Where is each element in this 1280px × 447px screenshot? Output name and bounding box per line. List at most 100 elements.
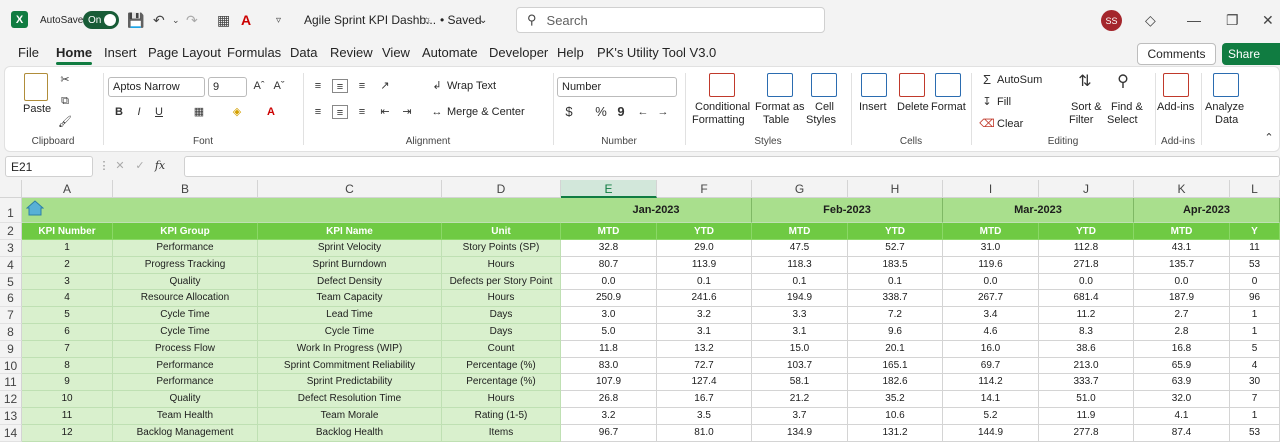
row-header-12[interactable]: 12 (0, 391, 22, 408)
row-header-9[interactable]: 9 (0, 340, 22, 358)
column-header-b[interactable]: B (113, 180, 258, 198)
data-cell[interactable]: 11 (1230, 240, 1280, 257)
data-cell[interactable]: Days (442, 307, 561, 324)
data-cell[interactable]: 135.7 (1134, 256, 1230, 274)
column-header-c[interactable]: C (258, 180, 442, 198)
column-title[interactable]: Unit (442, 223, 561, 240)
find-select-icon[interactable]: ⚲ (1115, 74, 1131, 90)
data-cell[interactable]: Quality (113, 391, 258, 408)
share-button[interactable]: Share (1222, 43, 1280, 65)
data-cell[interactable]: 1 (1230, 408, 1280, 425)
row-header-7[interactable]: 7 (0, 307, 22, 324)
data-cell[interactable]: Defects per Story Point (442, 273, 561, 291)
addins-icon[interactable] (1163, 73, 1189, 97)
data-cell[interactable]: 7.2 (848, 307, 943, 324)
find-select-label-2[interactable]: Select (1107, 114, 1138, 126)
column-title[interactable]: KPI Group (113, 223, 258, 240)
row-header-4[interactable]: 4 (0, 256, 22, 274)
data-cell[interactable]: 14.1 (943, 391, 1039, 408)
data-cell[interactable]: 165.1 (848, 357, 943, 375)
confirm-entry-icon[interactable]: ✓ (132, 159, 148, 173)
sort-filter-label-2[interactable]: Filter (1069, 114, 1093, 126)
align-bottom-icon[interactable]: ≡ (354, 79, 370, 93)
data-cell[interactable]: Work In Progress (WIP) (258, 340, 442, 358)
wrap-text-icon[interactable]: ↲ (429, 79, 445, 93)
fill-label[interactable]: Fill (997, 96, 1011, 108)
format-label[interactable]: Format (931, 101, 966, 113)
cancel-entry-icon[interactable]: ✕ (112, 159, 128, 173)
data-cell[interactable]: 2.8 (1134, 324, 1230, 341)
align-right-icon[interactable]: ≡ (354, 105, 370, 119)
data-cell[interactable]: 4 (1230, 357, 1280, 375)
row-header-6[interactable]: 6 (0, 290, 22, 308)
header-band-cell[interactable] (113, 198, 258, 223)
data-cell[interactable]: 72.7 (657, 357, 752, 375)
data-cell[interactable]: 2.7 (1134, 307, 1230, 324)
data-cell[interactable]: 127.4 (657, 374, 752, 392)
data-cell[interactable]: 1 (1230, 324, 1280, 341)
tab-pk-utility[interactable]: PK's Utility Tool V3.0 (597, 45, 716, 60)
data-cell[interactable]: 114.2 (943, 374, 1039, 392)
data-cell[interactable]: 30 (1230, 374, 1280, 392)
data-cell[interactable]: Process Flow (113, 340, 258, 358)
tab-formulas[interactable]: Formulas (227, 45, 281, 60)
data-cell[interactable]: Hours (442, 256, 561, 274)
column-title[interactable]: MTD (752, 223, 848, 240)
data-cell[interactable]: 182.6 (848, 374, 943, 392)
data-cell[interactable]: Defect Resolution Time (258, 391, 442, 408)
select-all-corner[interactable] (0, 180, 22, 198)
month-header[interactable]: Apr-2023 (1134, 198, 1280, 223)
header-band-cell[interactable] (258, 198, 442, 223)
data-cell[interactable]: 5 (22, 307, 113, 324)
data-cell[interactable]: 0.0 (943, 273, 1039, 291)
data-cell[interactable]: 3.7 (752, 408, 848, 425)
delete-label[interactable]: Delete (897, 101, 929, 113)
data-cell[interactable]: 81.0 (657, 424, 752, 442)
data-cell[interactable]: 96 (1230, 290, 1280, 308)
decrease-indent-icon[interactable]: ⇤ (377, 105, 393, 119)
data-cell[interactable]: 38.6 (1039, 340, 1134, 358)
column-title[interactable]: YTD (848, 223, 943, 240)
cell-styles-label-1[interactable]: Cell (815, 101, 834, 113)
data-cell[interactable]: Days (442, 324, 561, 341)
month-header[interactable]: Mar-2023 (943, 198, 1134, 223)
saved-chevron-icon[interactable]: ⌄ (479, 0, 487, 40)
data-cell[interactable]: 5 (1230, 340, 1280, 358)
analyze-data-icon[interactable] (1213, 73, 1239, 97)
paste-label[interactable]: Paste (23, 103, 51, 115)
column-title[interactable]: YTD (657, 223, 752, 240)
number-format-select[interactable]: Number (557, 77, 677, 97)
data-cell[interactable]: 51.0 (1039, 391, 1134, 408)
data-cell[interactable]: 3.4 (943, 307, 1039, 324)
row-header-11[interactable]: 11 (0, 374, 22, 392)
column-header-k[interactable]: K (1134, 180, 1230, 198)
conditional-formatting-label-2[interactable]: Formatting (692, 114, 745, 126)
data-cell[interactable]: 43.1 (1134, 240, 1230, 257)
copy-icon[interactable]: ⧉ (57, 94, 73, 108)
analyze-data-label-2[interactable]: Data (1215, 114, 1238, 126)
insert-label[interactable]: Insert (859, 101, 887, 113)
data-cell[interactable]: 87.4 (1134, 424, 1230, 442)
autosave-toggle[interactable]: On (83, 0, 119, 40)
column-header-a[interactable]: A (22, 180, 113, 198)
column-header-d[interactable]: D (442, 180, 561, 198)
comma-button[interactable]: 9 (613, 105, 629, 119)
data-cell[interactable]: 338.7 (848, 290, 943, 308)
insert-cells-icon[interactable] (861, 73, 887, 97)
column-title[interactable]: MTD (561, 223, 657, 240)
save-icon[interactable]: 💾 (127, 0, 144, 40)
data-cell[interactable]: 1 (22, 240, 113, 257)
data-cell[interactable]: 11.2 (1039, 307, 1134, 324)
month-header[interactable]: Feb-2023 (752, 198, 943, 223)
formula-input[interactable] (184, 156, 1280, 177)
data-cell[interactable]: 8.3 (1039, 324, 1134, 341)
row-header-1[interactable]: 1 (0, 198, 22, 223)
format-painter-icon[interactable]: 🖌 (57, 115, 73, 129)
data-cell[interactable]: 183.5 (848, 256, 943, 274)
data-cell[interactable]: 96.7 (561, 424, 657, 442)
data-cell[interactable]: Team Health (113, 408, 258, 425)
diamond-icon[interactable]: ◇ (1145, 0, 1156, 40)
data-cell[interactable]: Performance (113, 374, 258, 392)
data-cell[interactable]: 10.6 (848, 408, 943, 425)
data-cell[interactable]: 277.8 (1039, 424, 1134, 442)
